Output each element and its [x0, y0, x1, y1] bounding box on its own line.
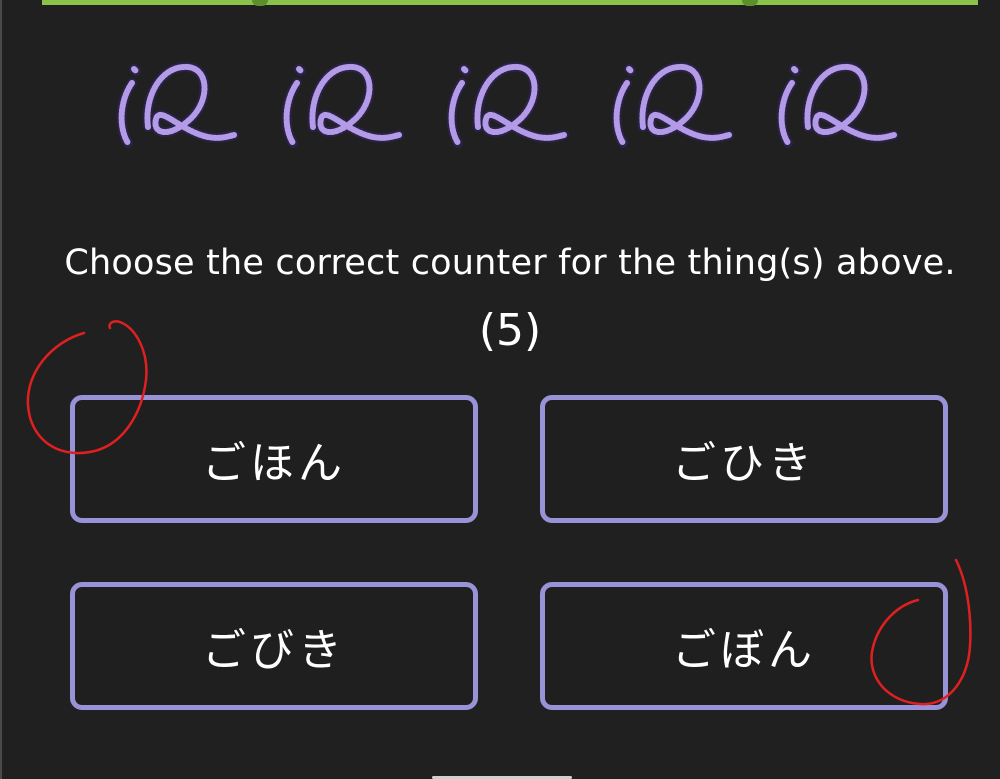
rope-icon	[611, 61, 734, 148]
answer-option-a[interactable]: ごほん	[70, 395, 478, 523]
rope-icon	[776, 61, 899, 148]
item-illustration	[110, 55, 910, 165]
progress-bar	[42, 0, 978, 6]
answer-option-d[interactable]: ごぼん	[540, 582, 948, 710]
question-prompt: Choose the correct counter for the thing…	[64, 243, 956, 283]
rope-icon	[281, 61, 404, 148]
rope-icon	[116, 61, 239, 148]
screen-edge	[0, 0, 2, 779]
rope-icon	[446, 61, 569, 148]
progress-marker	[252, 0, 268, 6]
item-count: (5)	[478, 305, 542, 356]
progress-marker	[742, 0, 758, 6]
answer-option-c[interactable]: ごびき	[70, 582, 478, 710]
answer-option-b[interactable]: ごひき	[540, 395, 948, 523]
